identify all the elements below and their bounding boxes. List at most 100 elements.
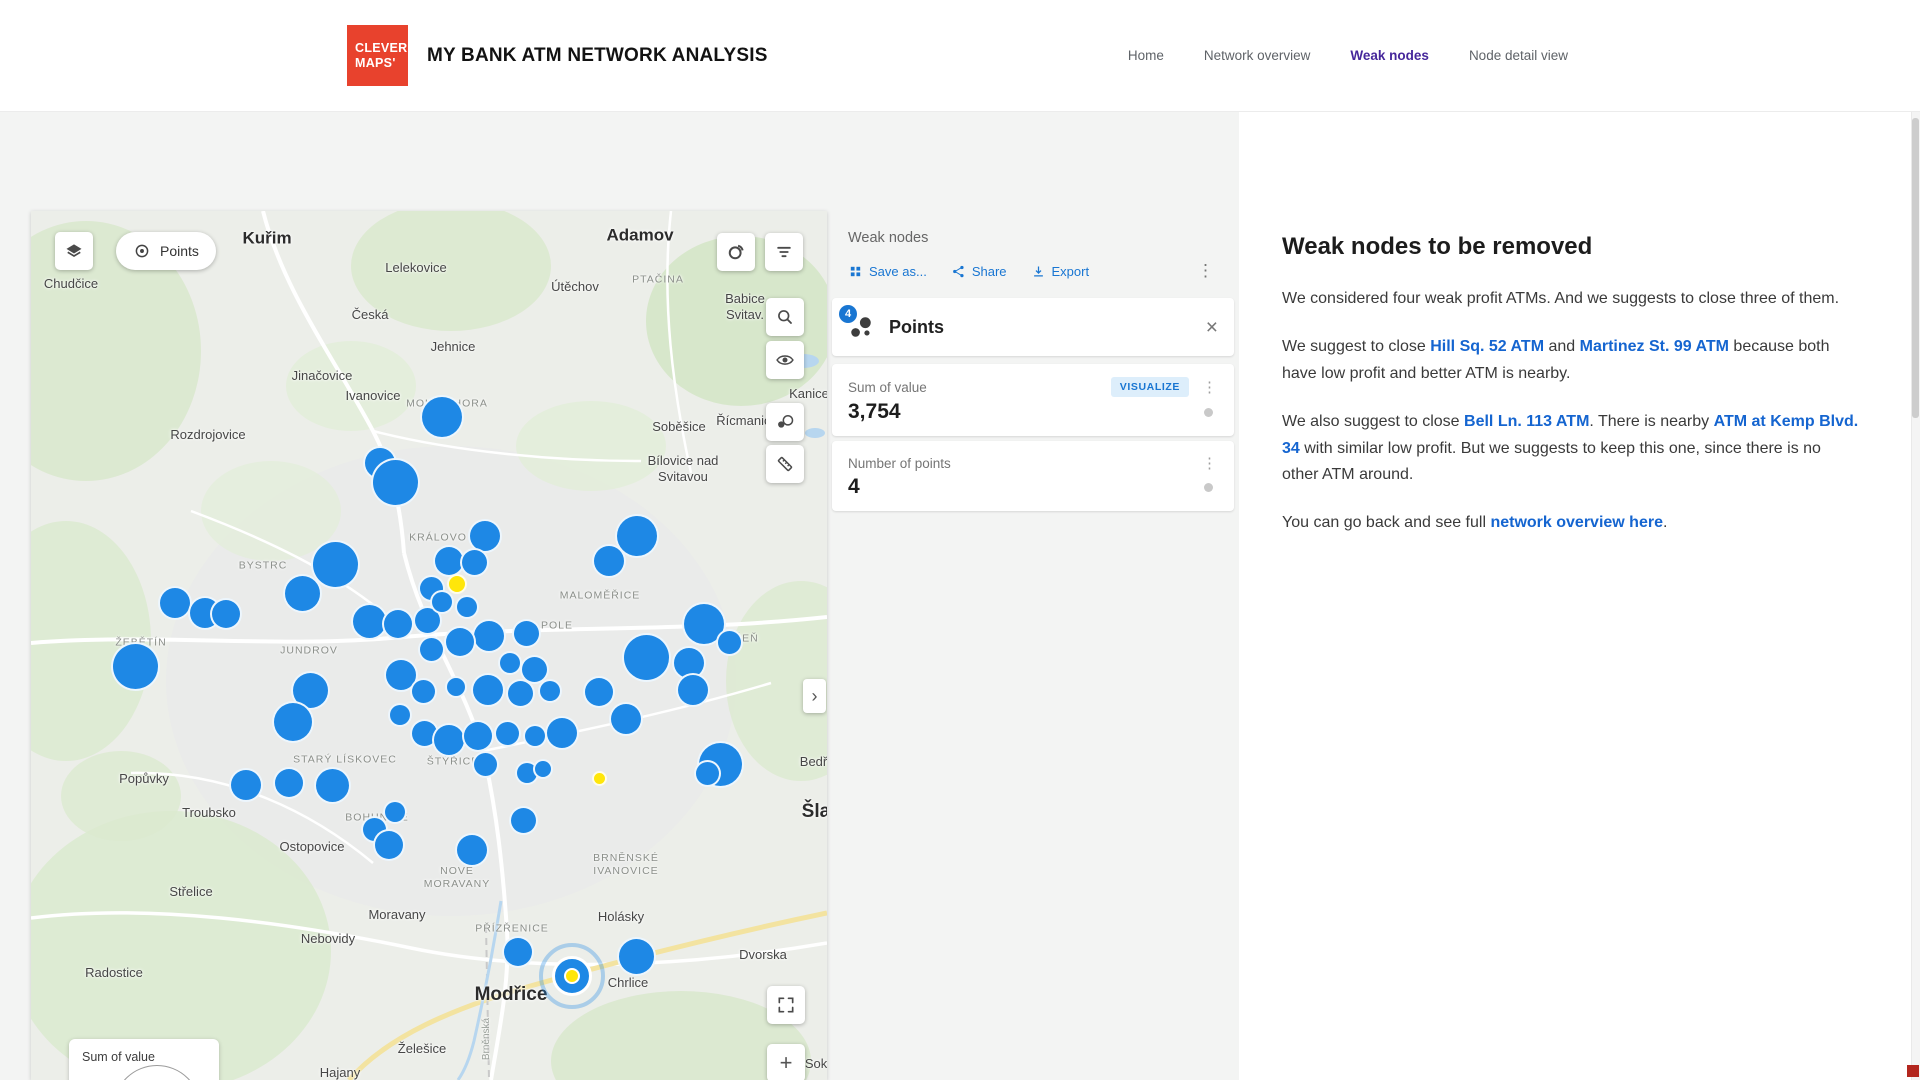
filter-button[interactable] [765, 233, 803, 271]
zoom-in-button[interactable]: + [767, 1044, 805, 1080]
atm-point[interactable] [509, 806, 538, 835]
sum-of-value-card[interactable]: Sum of value VISUALIZE ⋮ 3,754 [832, 364, 1234, 436]
inline-link[interactable]: Martinez St. 99 ATM [1580, 338, 1729, 355]
atm-point[interactable] [432, 723, 466, 757]
export-button[interactable]: Export [1031, 264, 1090, 279]
map-search-button[interactable] [766, 298, 804, 336]
points-card[interactable]: 4 Points × [832, 298, 1234, 356]
atm-point-highlight[interactable] [592, 771, 607, 786]
page-scrollbar[interactable] [1911, 0, 1920, 1080]
paragraph: We suggest to close Hill Sq. 52 ATM and … [1282, 334, 1860, 388]
atm-point[interactable] [523, 724, 547, 748]
atm-point[interactable] [445, 676, 467, 698]
atm-point[interactable] [283, 574, 322, 613]
atm-point[interactable] [273, 767, 305, 799]
number-of-points-card[interactable]: Number of points ⋮ 4 [832, 441, 1234, 511]
atm-point[interactable] [716, 629, 743, 656]
points-pill-label: Points [160, 243, 199, 259]
measure-button[interactable] [766, 445, 804, 483]
atm-point[interactable] [373, 829, 405, 861]
atm-point[interactable] [617, 937, 656, 976]
inline-link[interactable]: Hill Sq. 52 ATM [1430, 338, 1544, 355]
legend-title: Sum of value [69, 1039, 219, 1064]
expand-panel-button[interactable]: › [803, 679, 826, 713]
atm-point[interactable] [506, 679, 535, 708]
atm-point[interactable] [460, 548, 489, 577]
atm-point[interactable] [455, 595, 479, 619]
visibility-button[interactable] [766, 341, 804, 379]
atm-point[interactable] [382, 608, 414, 640]
inline-link[interactable]: network overview here [1490, 514, 1663, 531]
share-button[interactable]: Share [951, 264, 1007, 279]
atm-point[interactable] [430, 590, 454, 614]
atm-point[interactable] [210, 598, 242, 630]
atm-point[interactable] [388, 703, 412, 727]
atm-point[interactable] [371, 458, 420, 507]
atm-point[interactable] [420, 395, 464, 439]
text-segment: . There is nearby [1589, 413, 1713, 430]
atm-point[interactable] [538, 679, 562, 703]
points-card-icon-wrap: 4 [848, 314, 874, 340]
atm-point[interactable] [622, 633, 671, 682]
atm-point[interactable] [498, 651, 522, 675]
save-as-icon [848, 264, 863, 279]
atm-point[interactable] [314, 767, 351, 804]
fit-bounds-button[interactable] [767, 986, 805, 1024]
close-points-card-button[interactable]: × [1206, 317, 1218, 338]
eye-icon [775, 350, 795, 370]
atm-point[interactable] [410, 678, 437, 705]
map-canvas[interactable]: KuřimAdamovModřiceŠlapaniceChudčiceLelek… [31, 211, 827, 1080]
layers-button[interactable] [55, 232, 93, 270]
atm-point[interactable] [502, 936, 534, 968]
atm-point-highlight[interactable] [447, 574, 467, 594]
atm-point[interactable] [472, 751, 499, 778]
visualization-button[interactable] [717, 233, 755, 271]
app-title: MY BANK ATM NETWORK ANALYSIS [427, 45, 768, 67]
atm-point[interactable] [494, 720, 521, 747]
stat-more-button[interactable]: ⋮ [1199, 454, 1220, 472]
nav-home[interactable]: Home [1128, 48, 1164, 63]
atm-point[interactable] [272, 701, 314, 743]
ruler-icon [775, 454, 795, 474]
atm-point[interactable] [455, 833, 489, 867]
nav-node-detail-view[interactable]: Node detail view [1469, 48, 1568, 63]
map-legend-card[interactable]: Sum of value [69, 1039, 219, 1080]
atm-point[interactable] [533, 759, 553, 779]
point-size-button[interactable] [766, 403, 804, 441]
atm-point[interactable] [676, 673, 710, 707]
atm-point[interactable] [111, 642, 160, 691]
atm-point[interactable] [462, 720, 494, 752]
visualize-chip[interactable]: VISUALIZE [1111, 377, 1189, 397]
points-card-title: Points [889, 317, 944, 338]
atm-point[interactable] [609, 702, 643, 736]
share-label: Share [972, 264, 1007, 279]
save-as-button[interactable]: Save as... [848, 264, 927, 279]
points-layer-pill[interactable]: Points [116, 232, 216, 270]
text-segment: We suggest to close [1282, 338, 1430, 355]
atm-point[interactable] [545, 716, 579, 750]
atm-point[interactable] [694, 760, 721, 787]
atm-point[interactable] [583, 676, 615, 708]
sel-core [564, 968, 580, 984]
selected-atm-point[interactable] [539, 943, 605, 1009]
atm-point[interactable] [444, 626, 476, 658]
circles-icon [775, 412, 795, 432]
atm-point[interactable] [512, 619, 541, 648]
inline-link[interactable]: Bell Ln. 113 ATM [1464, 413, 1589, 430]
paragraph: We considered four weak profit ATMs. And… [1282, 286, 1860, 313]
atm-point[interactable] [471, 673, 505, 707]
nav-network-overview[interactable]: Network overview [1204, 48, 1311, 63]
atm-point[interactable] [418, 636, 445, 663]
scrollbar-thumb[interactable] [1912, 118, 1919, 418]
plus-icon: + [780, 1050, 793, 1076]
stat-more-button[interactable]: ⋮ [1199, 378, 1220, 396]
stat-value: 4 [848, 475, 860, 499]
atm-point[interactable] [592, 544, 626, 578]
panel-more-button[interactable]: ⋮ [1193, 261, 1218, 281]
atm-point[interactable] [472, 619, 506, 653]
clevermaps-logo[interactable]: CLEVER° MAPS' [347, 25, 408, 86]
atm-point[interactable] [158, 586, 192, 620]
nav-weak-nodes[interactable]: Weak nodes [1350, 48, 1429, 63]
atm-point[interactable] [383, 800, 407, 824]
atm-point[interactable] [229, 768, 263, 802]
